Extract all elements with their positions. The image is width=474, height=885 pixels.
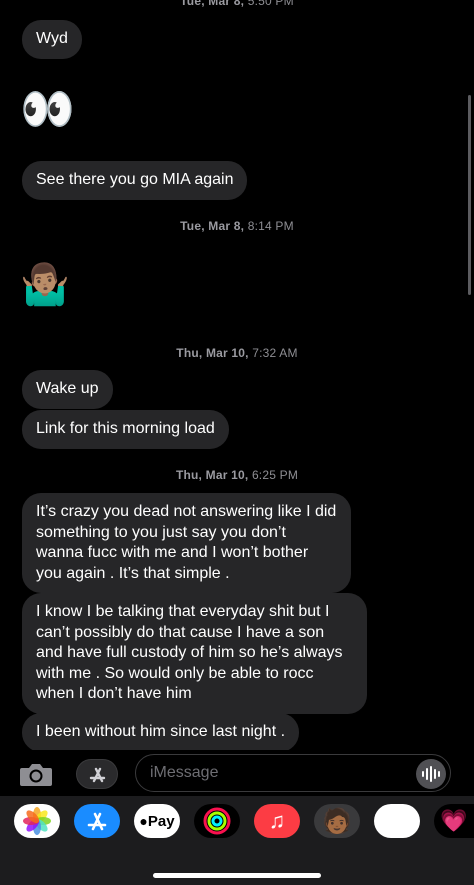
eyes-emoji-message[interactable]: 👀 bbox=[20, 88, 75, 132]
memoji-app-icon[interactable]: 🧑🏾 bbox=[314, 804, 360, 838]
sticker-face-icon: 😍 bbox=[384, 807, 410, 835]
timestamp: Thu, Mar 10, 7:32 AM bbox=[176, 346, 298, 360]
waveform-icon bbox=[422, 766, 440, 782]
camera-icon[interactable] bbox=[19, 760, 53, 788]
message-bubble-received[interactable]: I know I be talking that everyday shit b… bbox=[22, 593, 367, 714]
message-bubble-received[interactable]: Link for this morning load bbox=[22, 410, 229, 449]
shrug-emoji-message[interactable]: 🤷🏽‍♂️ bbox=[20, 265, 70, 305]
music-app-icon[interactable]: ♫ bbox=[254, 804, 300, 838]
timestamp: Tue, Mar 8, 8:14 PM bbox=[180, 219, 294, 233]
message-bubble-received[interactable]: Wake up bbox=[22, 370, 113, 409]
app-drawer: ●Pay ♫ 🧑🏾 😍 💗 bbox=[0, 796, 474, 885]
app-store-icon bbox=[89, 767, 106, 783]
digital-touch-app-icon[interactable]: 💗 bbox=[434, 804, 474, 838]
message-bubble-received[interactable]: I been without him since last night . bbox=[22, 713, 300, 750]
apple-pay-label: Pay bbox=[147, 812, 175, 830]
heart-icon: 💗 bbox=[440, 808, 468, 833]
activity-app-icon[interactable] bbox=[194, 804, 240, 838]
message-thread[interactable]: Tue, Mar 8, 5:50 PM Wyd 👀 See there you … bbox=[0, 0, 474, 750]
compose-bar bbox=[0, 750, 474, 796]
memoji-face-icon: 🧑🏾 bbox=[322, 807, 352, 835]
message-bubble-received[interactable]: See there you go MIA again bbox=[22, 161, 248, 200]
home-indicator[interactable] bbox=[153, 873, 321, 878]
photos-app-icon[interactable] bbox=[14, 804, 60, 838]
memoji-stickers-app-icon[interactable]: 😍 bbox=[374, 804, 420, 838]
music-note-icon: ♫ bbox=[268, 808, 286, 833]
apple-pay-app-icon[interactable]: ●Pay bbox=[134, 804, 180, 838]
audio-message-button[interactable] bbox=[416, 759, 446, 789]
message-input[interactable] bbox=[135, 754, 451, 792]
app-store-toggle-button[interactable] bbox=[76, 759, 118, 789]
scrollbar[interactable] bbox=[468, 95, 471, 295]
app-store-app-icon[interactable] bbox=[74, 804, 120, 838]
message-bubble-received[interactable]: Wyd bbox=[22, 20, 82, 59]
message-bubble-received[interactable]: It’s crazy you dead not answering like I… bbox=[22, 493, 351, 593]
timestamp: Tue, Mar 8, 5:50 PM bbox=[180, 0, 294, 8]
timestamp: Thu, Mar 10, 6:25 PM bbox=[175, 468, 299, 482]
